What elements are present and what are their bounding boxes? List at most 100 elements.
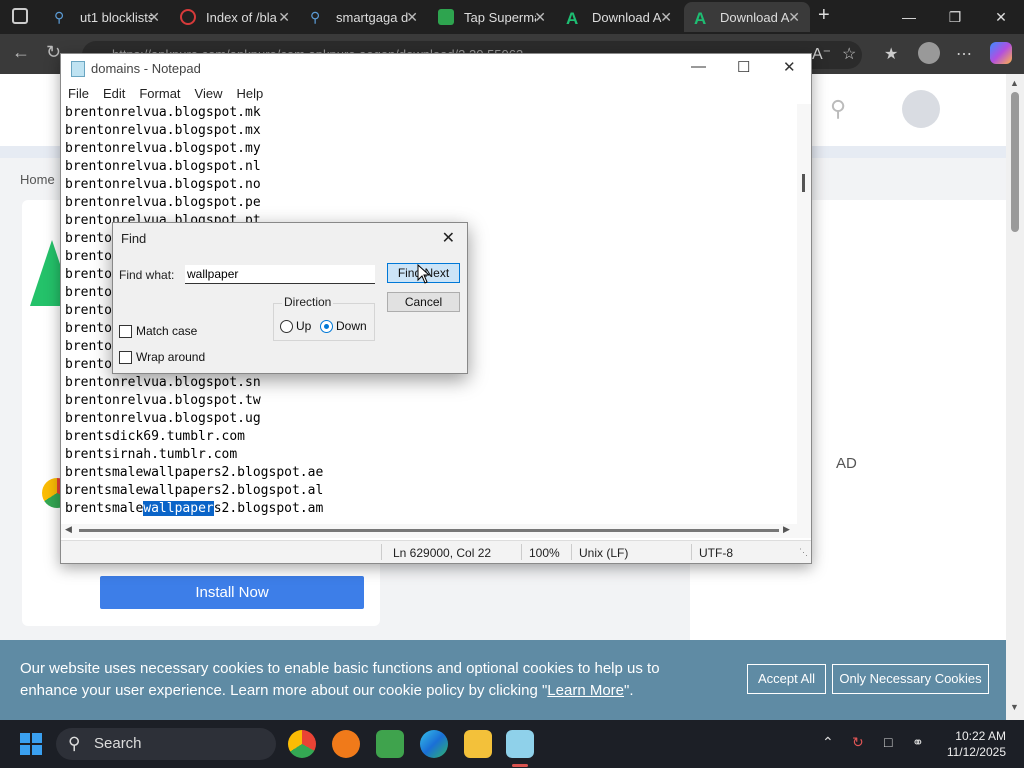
notepad-title-bar[interactable]: domains - Notepad — ☐ ✕ (61, 54, 811, 84)
maximize-icon[interactable]: ❐ (932, 0, 978, 34)
cancel-button[interactable]: Cancel (387, 292, 460, 312)
text-line: brentonrelvua.blogspot.pe (65, 195, 261, 210)
tab-actions-icon[interactable] (12, 8, 28, 24)
search-placeholder: Search (94, 735, 142, 752)
favorite-star-icon[interactable]: ☆ (842, 44, 856, 64)
page-scrollbar[interactable]: ▲ ▼ (1006, 74, 1024, 720)
direction-label: Direction (282, 295, 334, 309)
cursor-position: Ln 629000, Col 22 (393, 546, 492, 560)
menu-format[interactable]: Format (132, 84, 187, 104)
tab-label: Download A (592, 9, 662, 25)
tab-download-a-1[interactable]: A Download A ✕ (556, 2, 682, 32)
date: 11/12/2025 (946, 745, 1006, 759)
scroll-right-icon[interactable]: ▶ (783, 524, 790, 535)
minimize-icon[interactable]: — (886, 0, 932, 34)
close-icon[interactable]: ✕ (978, 0, 1024, 34)
network-icon[interactable]: ⚭ (912, 734, 924, 751)
minimize-icon[interactable]: — (691, 58, 706, 75)
display-icon[interactable]: □ (884, 734, 892, 750)
chevron-up-icon[interactable]: ⌃ (822, 734, 834, 751)
menu-file[interactable]: File (61, 84, 96, 104)
zoom-level: 100% (529, 546, 560, 560)
text-line: brentonrelvua.blogspot.my (65, 141, 261, 156)
file-explorer-icon[interactable] (464, 730, 492, 758)
close-icon[interactable]: ✕ (442, 228, 455, 248)
selected-match: wallpaper (143, 501, 214, 516)
text-line: brentonrelvua.blogspot.sn (65, 375, 261, 390)
scrollbar-thumb[interactable] (1011, 92, 1019, 232)
breadcrumb[interactable]: Home (20, 172, 55, 187)
match-case-checkbox[interactable]: Match case (119, 324, 197, 338)
read-aloud-icon[interactable]: A⁻ (812, 44, 831, 64)
find-what-input[interactable] (185, 265, 375, 284)
wrap-around-checkbox[interactable]: Wrap around (119, 350, 205, 364)
start-windows-icon[interactable] (20, 733, 42, 755)
close-icon[interactable]: ✕ (534, 9, 546, 26)
text-line: brentonrelvua.blogspot.ug (65, 411, 261, 426)
tab-ut1-blocklists[interactable]: ⚲ ut1 blocklists ✕ (44, 2, 170, 32)
scrollbar-thumb[interactable] (802, 174, 805, 192)
time: 10:22 AM (955, 729, 1006, 743)
back-icon[interactable]: ← (12, 42, 30, 63)
profile-avatar-icon[interactable] (918, 42, 940, 64)
apkmirror-icon: A (566, 9, 579, 28)
more-menu-icon[interactable]: ⋯ (956, 44, 972, 64)
edge-app-icon[interactable] (420, 730, 448, 758)
spreadsheet-app-icon[interactable] (376, 730, 404, 758)
apkmirror-icon: A (694, 9, 707, 28)
install-now-button[interactable]: Install Now (100, 576, 364, 609)
tap-icon (438, 9, 454, 25)
chromium-app-icon[interactable] (288, 730, 316, 758)
browser-tab-bar: ⚲ ut1 blocklists ✕ Index of /bla ✕ ⚲ sma… (0, 0, 1024, 34)
tab-tap-supermarket[interactable]: Tap Supermarket ✕ (428, 2, 556, 32)
refresh-icon[interactable]: ↻ (46, 42, 61, 63)
text-line: brentsmalewallpapers2.blogspot.al (65, 483, 324, 498)
menu-help[interactable]: Help (229, 84, 270, 104)
close-icon[interactable]: ✕ (660, 9, 672, 26)
direction-down-radio[interactable]: Down (320, 319, 367, 333)
scrollbar-thumb[interactable] (79, 529, 779, 532)
scroll-left-icon[interactable]: ◀ (65, 524, 72, 535)
only-necessary-cookies-button[interactable]: Only Necessary Cookies (832, 664, 989, 694)
learn-more-link[interactable]: Learn More (547, 682, 624, 699)
window-title: domains - Notepad (91, 61, 201, 76)
tab-download-a-2[interactable]: A Download A ✕ (684, 2, 810, 32)
menu-edit[interactable]: Edit (96, 84, 132, 104)
scroll-up-icon[interactable]: ▲ (1010, 78, 1019, 88)
find-dialog: Find ✕ Find what: Find Next Cancel Direc… (112, 222, 468, 374)
notepad-app-icon[interactable] (506, 730, 534, 758)
vlc-app-icon[interactable] (332, 730, 360, 758)
tab-smartgaga[interactable]: ⚲ smartgaga d ✕ (300, 2, 428, 32)
radio-label: Down (336, 319, 367, 333)
close-icon[interactable]: ✕ (148, 9, 160, 26)
cookie-message: Our website uses necessary cookies to en… (20, 658, 720, 702)
text-line: brentonrelvua.blogspot.tw (65, 393, 261, 408)
notepad-status-bar: Ln 629000, Col 22 100% Unix (LF) UTF-8 ⋱ (61, 540, 811, 563)
accept-all-button[interactable]: Accept All (747, 664, 826, 694)
search-icon: ⚲ (68, 734, 81, 753)
resize-grip-icon[interactable]: ⋱ (799, 547, 808, 558)
sync-icon[interactable]: ↻ (852, 734, 864, 751)
scroll-down-icon[interactable]: ▼ (1010, 702, 1019, 712)
favorites-icon[interactable]: ★ (884, 44, 898, 64)
menu-view[interactable]: View (188, 84, 230, 104)
copilot-icon[interactable] (990, 42, 1012, 64)
status-divider (521, 544, 522, 560)
close-icon[interactable]: ✕ (788, 9, 800, 26)
clock[interactable]: 10:22 AM 11/12/2025 (947, 728, 1006, 760)
search-icon[interactable]: ⚲ (830, 96, 846, 122)
close-icon[interactable]: ✕ (278, 9, 290, 26)
user-avatar-icon[interactable] (902, 90, 940, 128)
taskbar-search[interactable]: ⚲ Search (56, 728, 276, 760)
new-tab-icon[interactable]: + (818, 4, 830, 27)
close-icon[interactable]: ✕ (783, 58, 796, 76)
close-icon[interactable]: ✕ (406, 9, 418, 26)
status-divider (691, 544, 692, 560)
vertical-scrollbar[interactable] (797, 104, 811, 524)
search-icon: ⚲ (54, 9, 65, 25)
maximize-icon[interactable]: ☐ (737, 58, 750, 76)
horizontal-scrollbar[interactable]: ◀ ▶ (61, 524, 811, 538)
tab-index-of[interactable]: Index of /bla ✕ (170, 2, 300, 32)
text-line: brentsmalewallpapers2.blogspot.ae (65, 465, 324, 480)
direction-up-radio[interactable]: Up (280, 319, 311, 333)
